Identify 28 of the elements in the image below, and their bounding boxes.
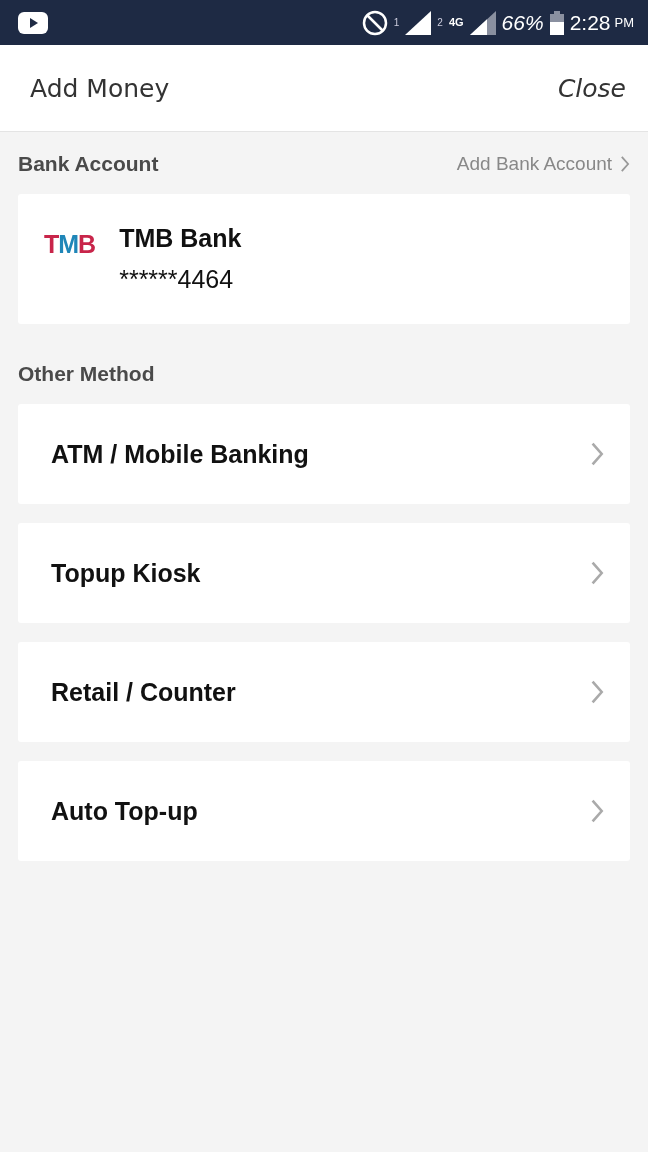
chevron-icon (589, 441, 604, 467)
video-app-icon (18, 11, 48, 34)
clock-time: 2:28 (569, 10, 611, 35)
battery-icon (549, 10, 564, 35)
chevron-icon (589, 798, 604, 824)
method-item[interactable]: ATM / Mobile Banking (18, 404, 630, 504)
method-item[interactable]: Topup Kiosk (18, 523, 630, 623)
sim-label: 2 (437, 16, 443, 28)
bank-logo: TMB (44, 230, 96, 260)
page-title: Add Money (30, 73, 170, 103)
method-item[interactable]: Auto Top-up (18, 761, 630, 861)
account-number: ******4464 (119, 265, 235, 294)
bank-name: TMB Bank (119, 224, 242, 253)
network-label: 4G (448, 15, 464, 28)
chevron-icon (589, 679, 604, 705)
section-title: Bank Account (18, 152, 159, 176)
battery-percent: 66% (501, 10, 544, 35)
do-not-disturb-icon (361, 9, 388, 36)
section-title: Other Method (18, 362, 155, 386)
chevron-icon (589, 560, 604, 586)
signal-icon (469, 10, 496, 35)
chevron-icon (620, 155, 630, 173)
sim-label: 1 (393, 16, 400, 28)
close-button[interactable]: Close (557, 73, 626, 103)
bank-account-card[interactable]: TMB TMB Bank ******4464 (18, 194, 630, 324)
signal-icon (405, 10, 432, 35)
clock-period: PM (614, 15, 634, 30)
method-item[interactable]: Retail / Counter (18, 642, 630, 742)
